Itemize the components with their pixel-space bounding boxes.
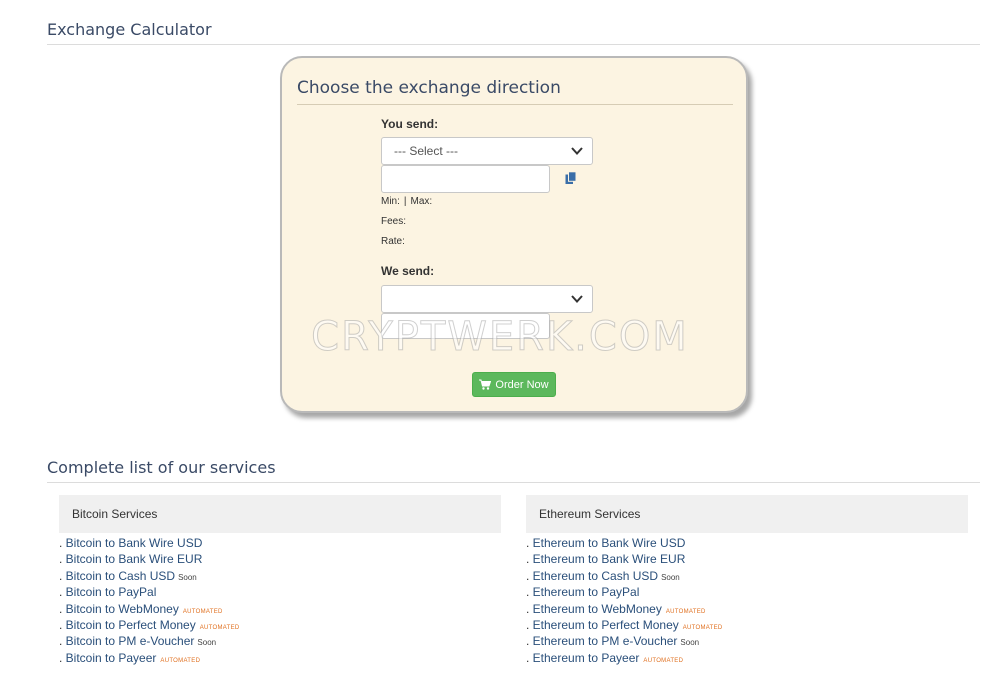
bitcoin-services-column: Bitcoin Services . Bitcoin to Bank Wire … bbox=[59, 495, 501, 666]
service-label: Bitcoin to PayPal bbox=[65, 585, 157, 600]
exchange-panel: Choose the exchange direction You send: … bbox=[280, 56, 748, 413]
service-label: Ethereum to Perfect Money bbox=[532, 617, 679, 632]
bitcoin-services-header: Bitcoin Services bbox=[59, 495, 501, 533]
service-label: Bitcoin to Bank Wire USD bbox=[65, 536, 203, 550]
send-select-value: --- Select --- bbox=[394, 144, 458, 158]
service-label: Ethereum to PM e-Voucher bbox=[532, 634, 678, 649]
service-link[interactable]: . Ethereum to Bank Wire EUR bbox=[526, 551, 968, 567]
list-bullet: . bbox=[59, 601, 66, 616]
list-bullet: . bbox=[526, 552, 533, 567]
service-label: Bitcoin to WebMoney bbox=[65, 601, 179, 616]
service-link[interactable]: . Bitcoin to Bank Wire EUR bbox=[59, 551, 501, 567]
list-bullet: . bbox=[526, 617, 533, 632]
fees-label: Fees: bbox=[381, 216, 407, 227]
bitcoin-services-list: . Bitcoin to Bank Wire USD. Bitcoin to B… bbox=[59, 535, 501, 666]
exchange-calculator-title: Exchange Calculator bbox=[47, 20, 980, 45]
list-bullet: . bbox=[526, 536, 533, 550]
service-link[interactable]: . Ethereum to PM e-Voucher Soon bbox=[526, 633, 968, 649]
shopping-cart-icon bbox=[479, 379, 492, 390]
ethereum-services-column: Ethereum Services . Ethereum to Bank Wir… bbox=[526, 495, 968, 666]
panel-title: Choose the exchange direction bbox=[297, 78, 733, 105]
list-bullet: . bbox=[59, 617, 66, 632]
min-max-separator: | bbox=[403, 196, 407, 207]
list-bullet: . bbox=[59, 568, 66, 583]
chevron-down-icon bbox=[571, 295, 583, 303]
service-link[interactable]: . Ethereum to Payeer AUTOMATED bbox=[526, 650, 968, 666]
list-bullet: . bbox=[59, 650, 66, 665]
automated-badge: AUTOMATED bbox=[182, 608, 223, 615]
service-link[interactable]: . Bitcoin to PayPal bbox=[59, 584, 501, 600]
soon-badge: Soon bbox=[680, 638, 700, 648]
send-amount-input[interactable] bbox=[381, 165, 550, 193]
list-bullet: . bbox=[526, 568, 533, 583]
service-link[interactable]: . Bitcoin to WebMoney AUTOMATED bbox=[59, 601, 501, 617]
service-label: Ethereum to Bank Wire EUR bbox=[532, 552, 686, 567]
chevron-down-icon bbox=[571, 147, 583, 155]
service-link[interactable]: . Bitcoin to Payeer AUTOMATED bbox=[59, 650, 501, 666]
rate-label: Rate: bbox=[381, 236, 405, 247]
copy-icon[interactable] bbox=[564, 171, 578, 185]
automated-badge: AUTOMATED bbox=[682, 624, 723, 631]
service-label: Ethereum to Payeer bbox=[532, 650, 640, 665]
soon-badge: Soon bbox=[178, 572, 197, 582]
automated-badge: AUTOMATED bbox=[665, 608, 706, 615]
service-label: Ethereum to Bank Wire USD bbox=[532, 536, 686, 550]
service-label: Ethereum to WebMoney bbox=[532, 601, 662, 616]
ethereum-services-header: Ethereum Services bbox=[526, 495, 968, 533]
service-label: Bitcoin to Payeer bbox=[65, 650, 157, 665]
min-label: Min: bbox=[381, 196, 400, 207]
list-bullet: . bbox=[59, 634, 66, 649]
service-link[interactable]: . Ethereum to Cash USD Soon bbox=[526, 568, 968, 584]
automated-badge: AUTOMATED bbox=[160, 657, 201, 664]
soon-badge: Soon bbox=[197, 638, 217, 648]
list-bullet: . bbox=[526, 585, 533, 600]
service-label: Bitcoin to Perfect Money bbox=[65, 617, 196, 632]
list-bullet: . bbox=[526, 601, 533, 616]
we-send-label: We send: bbox=[381, 264, 435, 278]
service-link[interactable]: . Ethereum to Bank Wire USD bbox=[526, 535, 968, 551]
service-label: Bitcoin to Bank Wire EUR bbox=[65, 552, 203, 567]
ethereum-services-list: . Ethereum to Bank Wire USD. Ethereum to… bbox=[526, 535, 968, 666]
service-link[interactable]: . Bitcoin to Cash USD Soon bbox=[59, 568, 501, 584]
list-bullet: . bbox=[526, 650, 533, 665]
soon-badge: Soon bbox=[661, 572, 680, 582]
receive-currency-select[interactable] bbox=[381, 285, 593, 313]
service-link[interactable]: . Ethereum to WebMoney AUTOMATED bbox=[526, 601, 968, 617]
service-link[interactable]: . Bitcoin to PM e-Voucher Soon bbox=[59, 633, 501, 649]
you-send-label: You send: bbox=[381, 117, 439, 131]
list-bullet: . bbox=[59, 585, 66, 600]
automated-badge: AUTOMATED bbox=[643, 657, 684, 664]
receive-amount-input[interactable] bbox=[381, 313, 550, 339]
order-now-label: Order Now bbox=[495, 378, 549, 391]
order-now-button[interactable]: Order Now bbox=[472, 372, 556, 397]
send-currency-select[interactable]: --- Select --- bbox=[381, 137, 593, 165]
service-label: Ethereum to PayPal bbox=[532, 585, 640, 600]
service-link[interactable]: . Bitcoin to Perfect Money AUTOMATED bbox=[59, 617, 501, 633]
max-label: Max: bbox=[410, 196, 433, 207]
service-link[interactable]: . Ethereum to PayPal bbox=[526, 584, 968, 600]
service-label: Ethereum to Cash USD bbox=[532, 568, 659, 583]
service-link[interactable]: . Bitcoin to Bank Wire USD bbox=[59, 535, 501, 551]
list-bullet: . bbox=[59, 536, 66, 550]
service-link[interactable]: . Ethereum to Perfect Money AUTOMATED bbox=[526, 617, 968, 633]
min-max-line: Min: | Max: bbox=[381, 196, 432, 207]
service-label: Bitcoin to PM e-Voucher bbox=[65, 634, 195, 649]
list-bullet: . bbox=[59, 552, 66, 567]
automated-badge: AUTOMATED bbox=[199, 624, 240, 631]
services-list-title: Complete list of our services bbox=[47, 458, 980, 483]
service-label: Bitcoin to Cash USD bbox=[65, 568, 176, 583]
list-bullet: . bbox=[526, 634, 533, 649]
